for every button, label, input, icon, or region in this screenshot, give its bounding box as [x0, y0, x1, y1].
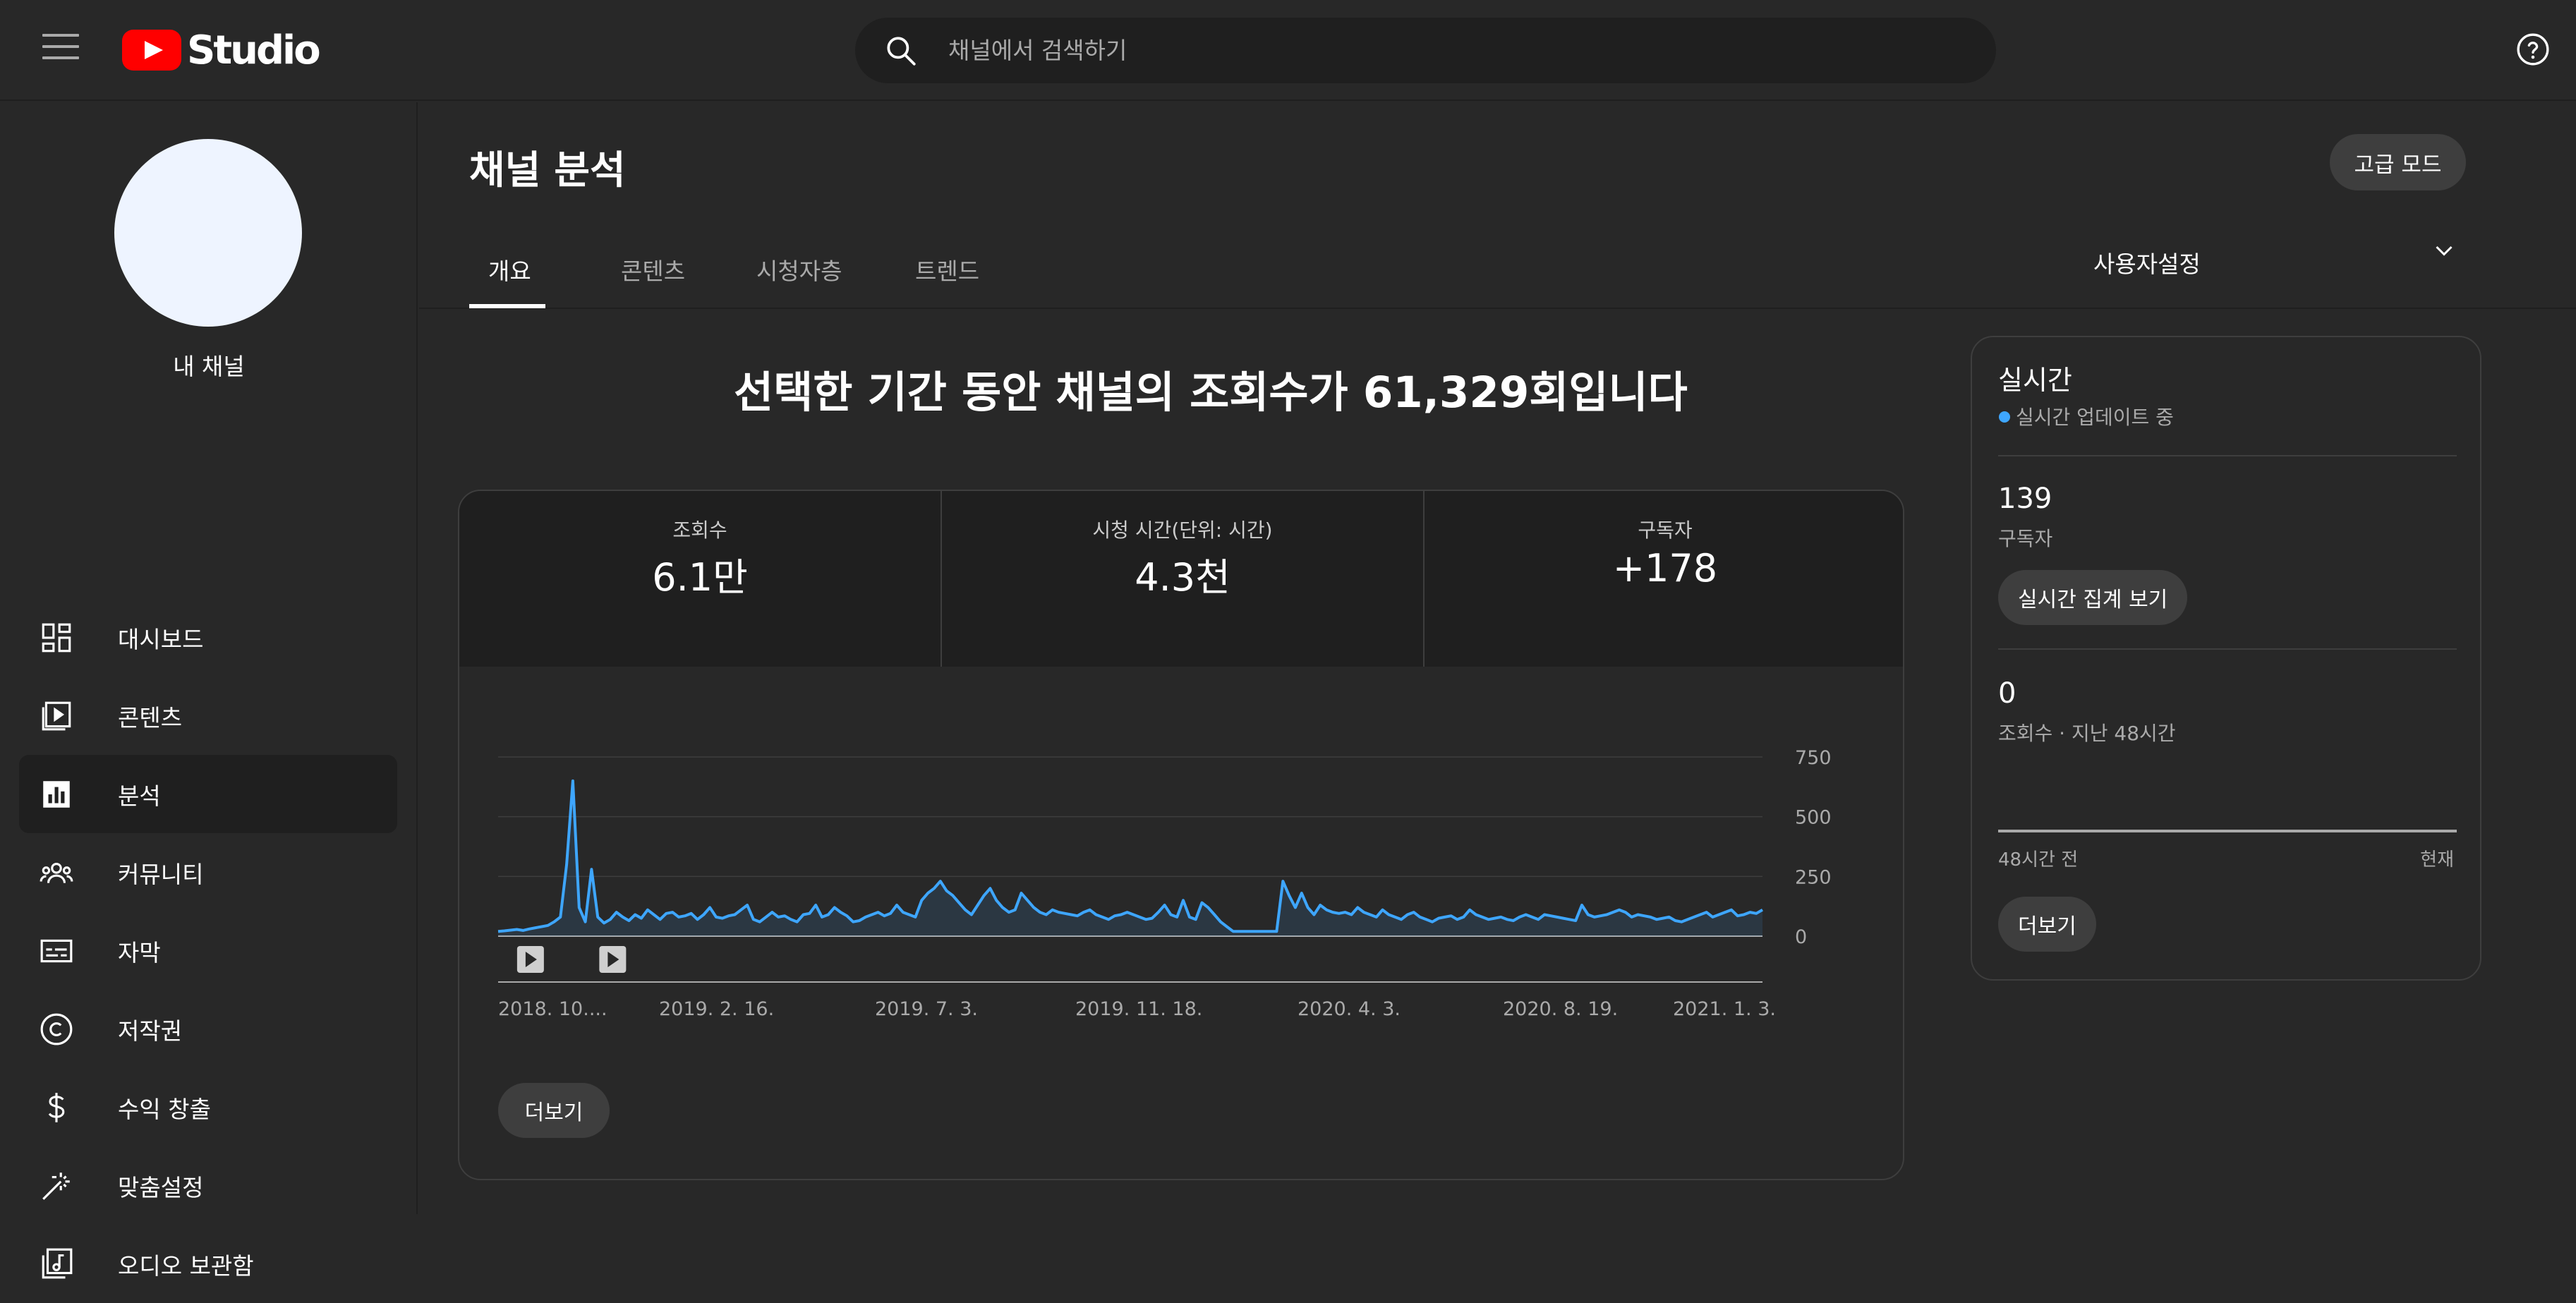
sidebar-item-community[interactable]: 커뮤니티 — [19, 833, 397, 911]
x-tick-label: 2019. 11. 18. — [1075, 998, 1202, 1020]
youtube-play-icon — [122, 30, 181, 71]
community-icon — [40, 862, 73, 883]
sidebar-item-label: 대시보드 — [118, 625, 204, 653]
live-indicator-dot — [1999, 411, 2010, 423]
tab-overview[interactable]: 개요 — [488, 253, 531, 286]
tab-trends[interactable]: 트렌드 — [915, 253, 979, 286]
logo-text: Studio — [187, 27, 321, 73]
realtime-subscriber-count: 139 — [1998, 483, 2052, 515]
sidebar-item-label: 오디오 보관함 — [118, 1252, 254, 1280]
metric-value: +178 — [1612, 546, 1718, 590]
x-tick-label: 2020. 4. 3. — [1298, 998, 1401, 1020]
copyright-icon — [40, 1013, 73, 1045]
help-icon[interactable] — [2515, 32, 2551, 67]
sidebar-item-label: 콘텐츠 — [118, 703, 183, 732]
audio-library-icon — [42, 1248, 73, 1278]
sidebar-item-audio-library[interactable]: 오디오 보관함 — [19, 1225, 397, 1303]
sidebar-nav: 대시보드 콘텐츠 분석 커뮤니티 자막 저작권 수익 창출 맞춤설정 오디오 보… — [19, 598, 397, 1303]
realtime-see-more-button[interactable]: 더보기 — [1998, 897, 2096, 952]
advanced-mode-button[interactable]: 고급 모드 — [2330, 134, 2466, 190]
sidebar-item-label: 저작권 — [118, 1017, 183, 1045]
views-headline: 선택한 기간 동안 채널의 조회수가 61,329회입니다 — [734, 368, 1688, 418]
x-tick-label: 2019. 7. 3. — [875, 998, 978, 1020]
video-marker-icon[interactable] — [599, 946, 627, 973]
search-bar[interactable] — [855, 18, 1996, 83]
sidebar-item-monetization[interactable]: 수익 창출 — [19, 1068, 397, 1146]
realtime-view-label: 조회수 · 지난 48시간 — [1998, 722, 2176, 745]
metric-value: 4.3천 — [1135, 555, 1230, 600]
sidebar-item-customization[interactable]: 맞춤설정 — [19, 1146, 397, 1225]
search-icon[interactable] — [883, 33, 919, 68]
realtime-chart-axis — [1998, 830, 2457, 832]
realtime-view-count: 0 — [1998, 677, 2016, 710]
sidebar: 내 채널 대시보드 콘텐츠 분석 커뮤니티 자막 저작권 수익 창출 맞춤설정 … — [0, 102, 418, 1280]
metric-label: 시청 시간(단위: 시간) — [1092, 519, 1273, 542]
x-tick-label: 2019. 2. 16. — [659, 998, 774, 1020]
studio-logo[interactable]: Studio — [122, 25, 321, 75]
x-tick-label: 2018. 10.... — [498, 998, 607, 1020]
y-tick-label: 0 — [1795, 926, 1807, 948]
sidebar-item-label: 커뮤니티 — [118, 860, 204, 888]
analytics-icon — [43, 780, 70, 808]
realtime-axis-end: 현재 — [2420, 849, 2454, 871]
metric-label: 구독자 — [1638, 519, 1693, 542]
search-input[interactable] — [947, 30, 1935, 70]
metric-views[interactable]: 조회수 6.1만 — [459, 491, 942, 667]
metric-watch-time[interactable]: 시청 시간(단위: 시간) 4.3천 — [942, 491, 1425, 667]
y-tick-label: 250 — [1795, 866, 1832, 888]
sidebar-item-content[interactable]: 콘텐츠 — [19, 677, 397, 755]
video-marker-icon[interactable] — [516, 946, 544, 973]
realtime-status: 실시간 업데이트 중 — [2016, 406, 2174, 429]
magic-wand-icon — [42, 1172, 70, 1200]
metric-label: 조회수 — [672, 519, 727, 542]
realtime-axis-start: 48시간 전 — [1998, 849, 2079, 871]
overview-card: 조회수 6.1만 시청 시간(단위: 시간) 4.3천 구독자 +178 0 25… — [458, 490, 1904, 1180]
top-bar: Studio — [0, 0, 2576, 101]
x-tick-label: 2021. 1. 3. — [1673, 998, 1776, 1020]
sidebar-item-label: 자막 — [118, 938, 161, 966]
metric-subscribers[interactable]: 구독자 +178 — [1425, 491, 1903, 667]
sidebar-item-subtitles[interactable]: 자막 — [19, 911, 397, 990]
metric-tabs: 조회수 6.1만 시청 시간(단위: 시간) 4.3천 구독자 +178 — [459, 491, 1903, 667]
realtime-card: 실시간 실시간 업데이트 중 139 구독자 실시간 집계 보기 0 조회수 ·… — [1971, 336, 2481, 981]
y-tick-label: 500 — [1795, 807, 1832, 829]
sidebar-item-dashboard[interactable]: 대시보드 — [19, 598, 397, 677]
sidebar-item-label: 맞춤설정 — [118, 1173, 204, 1201]
tab-bar: 개요 콘텐츠 시청자층 트렌드 — [419, 237, 2576, 309]
page-title: 채널 분석 — [469, 147, 626, 193]
hamburger-menu-icon[interactable] — [42, 34, 79, 65]
x-tick-label: 2020. 8. 19. — [1503, 998, 1618, 1020]
date-range-selector[interactable]: 사용자설정 — [2093, 246, 2201, 279]
channel-name: 내 채널 — [173, 353, 245, 380]
content-icon — [42, 701, 71, 730]
metric-value: 6.1만 — [652, 555, 748, 600]
sidebar-item-label: 분석 — [118, 782, 161, 810]
series-line — [497, 779, 1764, 933]
active-tab-indicator — [469, 304, 545, 308]
subtitles-icon — [40, 939, 73, 962]
y-tick-label: 750 — [1795, 747, 1832, 769]
sidebar-item-label: 수익 창출 — [118, 1095, 211, 1123]
avatar[interactable] — [114, 139, 302, 327]
sidebar-item-analytics[interactable]: 분석 — [19, 755, 397, 833]
divider — [1998, 648, 2457, 650]
tab-audience[interactable]: 시청자층 — [756, 253, 842, 286]
dollar-icon — [48, 1092, 65, 1122]
realtime-subscriber-label: 구독자 — [1998, 527, 2053, 550]
chevron-down-icon[interactable] — [2429, 238, 2460, 264]
see-more-button[interactable]: 더보기 — [498, 1083, 610, 1138]
realtime-title: 실시간 — [1998, 365, 2072, 396]
divider — [1998, 455, 2457, 456]
dashboard-icon — [42, 623, 71, 652]
live-count-button[interactable]: 실시간 집계 보기 — [1998, 570, 2188, 625]
tab-content[interactable]: 콘텐츠 — [621, 253, 685, 286]
sidebar-item-copyright[interactable]: 저작권 — [19, 990, 397, 1068]
views-chart[interactable]: 0 250 500 750 2018. 10.... 2019. 2. 16. 2019. … — [459, 667, 1904, 1062]
